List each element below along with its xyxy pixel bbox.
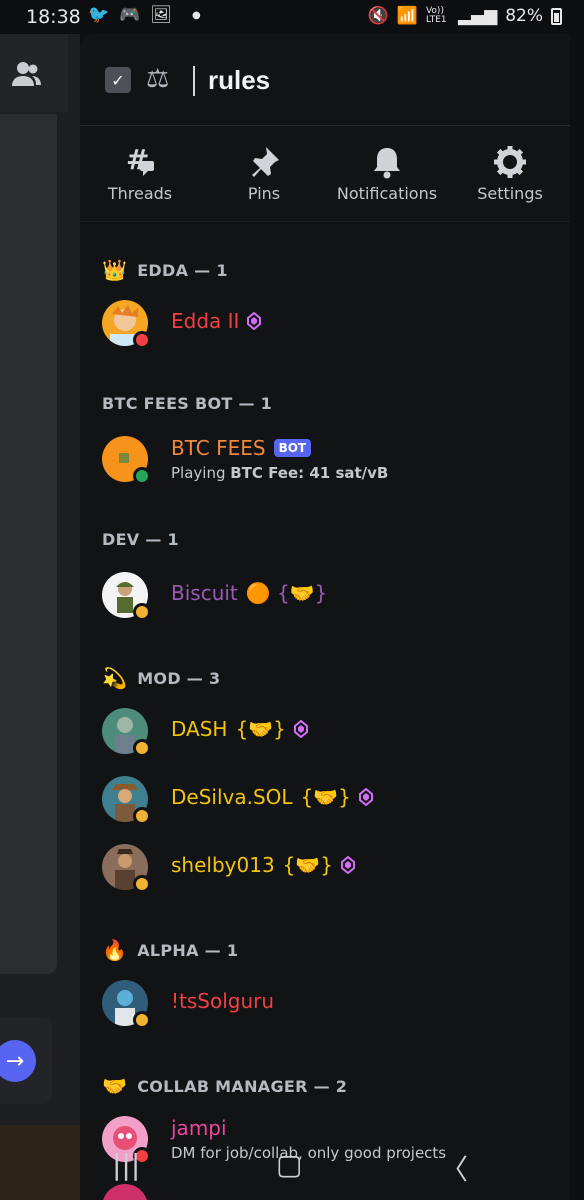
home-button[interactable]: ▢ (276, 1148, 302, 1181)
tab-settings[interactable]: Settings (450, 142, 570, 203)
section-header-edda: 👑 EDDA — 1 (102, 258, 228, 282)
battery-icon (551, 7, 562, 25)
bell-icon (374, 148, 400, 179)
member-row[interactable]: DeSilva.SOL {🤝} (102, 776, 542, 830)
tab-threads[interactable]: # Threads (80, 142, 200, 203)
tab-pins-label: Pins (247, 184, 281, 203)
signal-icon: ▂▄▆ (457, 6, 498, 26)
member-activity: Playing BTC Fee: 41 sat/vB (171, 464, 388, 482)
tab-notifications[interactable]: Notifications (327, 142, 447, 203)
tab-pins[interactable]: Pins (204, 142, 324, 203)
idle-status-icon (133, 875, 151, 893)
system-nav-bar: ||| ▢ 〈 (0, 1140, 584, 1200)
member-name-row: shelby013 {🤝} (171, 853, 356, 877)
section-title: MOD — 3 (137, 668, 221, 688)
idle-status-icon (133, 1011, 151, 1029)
member-name-suffix: {🤝} (282, 853, 334, 877)
member-name: Biscuit (171, 581, 238, 605)
member-name: !tsSolguru (171, 989, 275, 1013)
section-title: COLLAB MANAGER — 2 (137, 1076, 348, 1096)
member-name: shelby013 (171, 853, 275, 877)
section-header-dev: DEV — 1 (102, 530, 179, 549)
fire-icon: 🔥 (102, 938, 128, 962)
idle-status-icon (133, 739, 151, 757)
member-row[interactable]: !tsSolguru (102, 980, 542, 1034)
member-name: DASH (171, 717, 228, 741)
member-name-suffix: {🤝} (235, 717, 286, 741)
member-row[interactable]: Edda II (102, 300, 542, 354)
tab-threads-label: Threads (107, 184, 173, 203)
member-name-row: DeSilva.SOL {🤝} (171, 785, 373, 809)
idle-status-icon (133, 807, 151, 825)
member-name: BTC FEES (171, 436, 266, 460)
channel-header: ✓ ⚖ rules (80, 34, 570, 126)
member-name-row: Edda II (171, 309, 262, 333)
section-title: BTC FEES BOT — 1 (102, 394, 273, 413)
member-name-row: BTC FEES BOT (171, 436, 312, 460)
section-header-collab-manager: 🤝 COLLAB MANAGER — 2 (102, 1074, 347, 1098)
channel-members-drawer: ✓ ⚖ rules # Threads Pins Notifications S… (80, 34, 570, 1200)
idle-status-icon (133, 603, 151, 621)
header-divider (193, 66, 195, 96)
member-row[interactable]: shelby013 {🤝} (102, 844, 542, 898)
section-header-alpha: 🔥 ALPHA — 1 (102, 938, 238, 962)
back-button[interactable]: 〈 (440, 1148, 468, 1188)
member-name-row: Biscuit 🟠 {🤝} (171, 581, 327, 605)
pin-icon (252, 147, 279, 177)
server-boost-icon (341, 856, 356, 874)
tab-settings-label: Settings (477, 184, 543, 203)
dnd-status-icon (133, 331, 151, 349)
status-time: 18:38 (26, 6, 81, 28)
server-boost-icon (293, 720, 308, 738)
discord-icon: 🎮 (119, 5, 141, 25)
member-row[interactable]: BTC FEES BOT Playing BTC Fee: 41 sat/vB (102, 436, 542, 490)
member-name-suffix: {🤝} (300, 785, 351, 809)
twitter-icon: 🐦 (88, 5, 110, 25)
member-row[interactable]: Biscuit 🟠 {🤝} (102, 572, 542, 626)
section-header-btc-fees-bot: BTC FEES BOT — 1 (102, 394, 272, 413)
section-header-mod: 💫 MOD — 3 (102, 666, 220, 690)
recents-button[interactable]: ||| (112, 1148, 140, 1181)
handshake-icon: 🤝 (102, 1074, 128, 1098)
dot-icon: ● (191, 9, 201, 21)
channel-toolbar: # Threads Pins Notifications Settings (80, 142, 570, 222)
gallery-icon: 🖼 (150, 5, 172, 25)
member-name: DeSilva.SOL (171, 785, 293, 809)
members-icon[interactable] (10, 58, 42, 90)
crown-icon: 👑 (102, 258, 128, 282)
member-name-row: jampi (171, 1116, 227, 1140)
section-title: DEV — 1 (102, 530, 179, 549)
member-name: Edda II (171, 309, 240, 333)
online-status-icon (133, 467, 151, 485)
member-name-row: !tsSolguru (171, 989, 274, 1013)
server-boost-icon (247, 312, 262, 330)
member-name-suffix: 🟠 {🤝} (245, 581, 328, 605)
lte-icon: Vo)) LTE1 (425, 6, 447, 25)
section-title: ALPHA — 1 (137, 940, 239, 960)
gear-icon (494, 146, 526, 178)
status-bar: 18:38 🐦 🎮 🖼 ● 🔇 📶 Vo)) LTE1 ▂▄▆ 82% (0, 0, 584, 34)
dizzy-icon: 💫 (102, 666, 128, 690)
member-row[interactable]: DASH {🤝} (102, 708, 542, 762)
wifi-icon: 📶 (396, 6, 418, 26)
system-icons: 🔇 📶 Vo)) LTE1 ▂▄▆ 82% (368, 6, 562, 26)
notification-icons: 🐦 🎮 🖼 ● (88, 5, 201, 25)
server-boost-icon (358, 788, 373, 806)
screen: 18:38 🐦 🎮 🖼 ● 🔇 📶 Vo)) LTE1 ▂▄▆ 82% → ✓ (0, 0, 584, 1200)
channel-title: rules (208, 65, 271, 95)
activity-detail: BTC Fee: 41 sat/vB (230, 464, 389, 482)
mute-icon: 🔇 (367, 6, 389, 26)
scales-icon: ⚖ (146, 64, 170, 94)
member-name: jampi (171, 1116, 227, 1140)
bot-tag: BOT (273, 439, 312, 457)
battery-percent: 82% (505, 6, 543, 26)
member-name-row: DASH {🤝} (171, 717, 308, 741)
threads-icon: # (126, 143, 154, 176)
activity-prefix: Playing (171, 464, 231, 482)
section-title: EDDA — 1 (137, 260, 228, 280)
tab-notifications-label: Notifications (336, 184, 438, 203)
rules-channel-icon: ✓ (105, 67, 131, 93)
background-chat-panel (0, 114, 57, 974)
